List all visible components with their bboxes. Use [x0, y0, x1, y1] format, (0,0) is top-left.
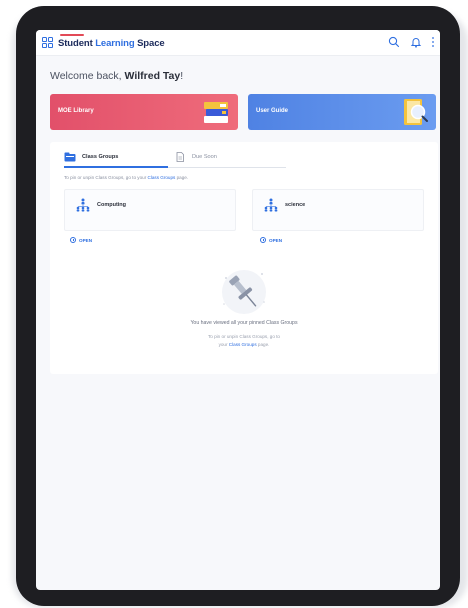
more-vertical-icon[interactable]	[430, 36, 436, 48]
active-tab-indicator	[64, 166, 168, 168]
class-group-name: science	[285, 202, 306, 208]
moe-library-label: MOE Library	[58, 108, 94, 114]
user-name: Wilfred Tay	[124, 70, 181, 82]
open-button-computing[interactable]: OPEN	[70, 237, 92, 245]
tablet-frame: Student Learning Space Welcome back, Wil…	[16, 6, 460, 606]
logo-text: Student Learning Space	[58, 38, 165, 49]
info-icon	[260, 237, 266, 243]
user-guide-banner[interactable]: User Guide	[248, 94, 436, 130]
welcome-message: Welcome back, Wilfred Tay!	[50, 70, 184, 82]
open-button-science[interactable]: OPEN	[260, 237, 282, 245]
class-groups-link[interactable]: Class Groups	[148, 175, 176, 180]
top-bar: Student Learning Space	[36, 30, 440, 56]
bell-icon[interactable]	[410, 36, 422, 48]
moe-library-banner[interactable]: MOE Library	[50, 94, 238, 130]
pin-hint: To pin or unpin Class Groups, go to your…	[64, 175, 189, 180]
app-screen: Student Learning Space Welcome back, Wil…	[36, 30, 440, 590]
bookshelf-icon	[204, 102, 228, 123]
tab-due-soon-label: Due Soon	[192, 154, 217, 160]
class-group-card-science[interactable]: science	[252, 189, 424, 231]
class-group-name: Computing	[97, 202, 127, 208]
grid-icon[interactable]	[42, 37, 53, 48]
notebook-magnifier-icon	[404, 99, 428, 125]
tab-divider	[168, 167, 286, 168]
tab-class-groups-label: Class Groups	[82, 154, 119, 160]
user-guide-label: User Guide	[256, 108, 289, 114]
info-icon	[70, 237, 76, 243]
pushpin-illustration-icon	[222, 270, 266, 314]
class-groups-card: Class Groups Due Soon To pin or unpin Cl…	[50, 142, 438, 374]
logo-accent-bar	[60, 34, 84, 36]
class-group-card-computing[interactable]: Computing	[64, 189, 236, 231]
class-group-icon	[264, 198, 278, 212]
search-icon[interactable]	[388, 36, 400, 48]
class-group-icon	[76, 198, 90, 212]
folder-icon	[64, 152, 76, 162]
empty-state-subtitle: To pin or unpin Class Groups, go to your…	[207, 334, 280, 347]
empty-state-title: You have viewed all your pinned Class Gr…	[190, 320, 298, 326]
document-icon	[176, 152, 184, 162]
empty-state-class-groups-link[interactable]: Class Groups	[229, 342, 257, 347]
